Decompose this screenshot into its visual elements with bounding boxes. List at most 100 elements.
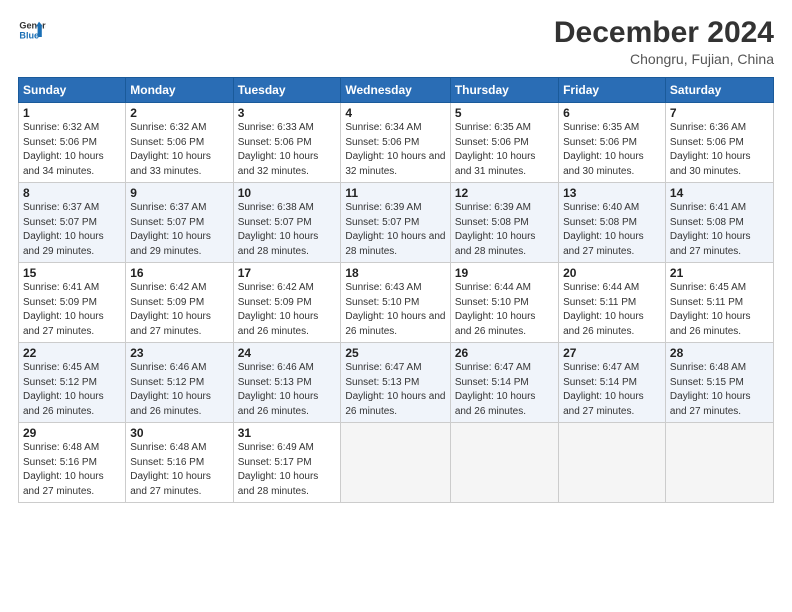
day-number: 9 [130, 186, 228, 200]
page: General Blue December 2024 Chongru, Fuji… [0, 0, 792, 612]
day-info: Sunrise: 6:47 AM Sunset: 5:14 PM Dayligh… [563, 361, 661, 419]
day-info: Sunrise: 6:41 AM Sunset: 5:09 PM Dayligh… [23, 281, 121, 339]
table-cell: 3 Sunrise: 6:33 AM Sunset: 5:06 PM Dayli… [233, 103, 341, 183]
day-info: Sunrise: 6:41 AM Sunset: 5:08 PM Dayligh… [670, 201, 769, 259]
day-number: 31 [238, 426, 337, 440]
day-info: Sunrise: 6:36 AM Sunset: 5:06 PM Dayligh… [670, 121, 769, 179]
table-cell: 4 Sunrise: 6:34 AM Sunset: 5:06 PM Dayli… [341, 103, 450, 183]
table-cell: 25 Sunrise: 6:47 AM Sunset: 5:13 PM Dayl… [341, 343, 450, 423]
day-number: 18 [345, 266, 445, 280]
day-number: 19 [455, 266, 554, 280]
subtitle: Chongru, Fujian, China [554, 51, 774, 67]
table-cell: 11 Sunrise: 6:39 AM Sunset: 5:07 PM Dayl… [341, 183, 450, 263]
day-info: Sunrise: 6:35 AM Sunset: 5:06 PM Dayligh… [563, 121, 661, 179]
day-info: Sunrise: 6:34 AM Sunset: 5:06 PM Dayligh… [345, 121, 445, 179]
day-info: Sunrise: 6:46 AM Sunset: 5:13 PM Dayligh… [238, 361, 337, 419]
calendar-table: Sunday Monday Tuesday Wednesday Thursday… [18, 77, 774, 503]
day-number: 12 [455, 186, 554, 200]
col-tuesday: Tuesday [233, 78, 341, 103]
day-number: 22 [23, 346, 121, 360]
day-number: 6 [563, 106, 661, 120]
day-info: Sunrise: 6:38 AM Sunset: 5:07 PM Dayligh… [238, 201, 337, 259]
table-cell: 5 Sunrise: 6:35 AM Sunset: 5:06 PM Dayli… [450, 103, 558, 183]
table-cell: 1 Sunrise: 6:32 AM Sunset: 5:06 PM Dayli… [19, 103, 126, 183]
day-info: Sunrise: 6:33 AM Sunset: 5:06 PM Dayligh… [238, 121, 337, 179]
day-number: 8 [23, 186, 121, 200]
day-info: Sunrise: 6:48 AM Sunset: 5:16 PM Dayligh… [23, 441, 121, 499]
day-info: Sunrise: 6:48 AM Sunset: 5:16 PM Dayligh… [130, 441, 228, 499]
table-cell [665, 423, 773, 503]
day-number: 29 [23, 426, 121, 440]
table-cell: 26 Sunrise: 6:47 AM Sunset: 5:14 PM Dayl… [450, 343, 558, 423]
table-cell: 18 Sunrise: 6:43 AM Sunset: 5:10 PM Dayl… [341, 263, 450, 343]
table-cell: 31 Sunrise: 6:49 AM Sunset: 5:17 PM Dayl… [233, 423, 341, 503]
table-cell: 28 Sunrise: 6:48 AM Sunset: 5:15 PM Dayl… [665, 343, 773, 423]
svg-text:Blue: Blue [19, 30, 39, 40]
day-info: Sunrise: 6:39 AM Sunset: 5:08 PM Dayligh… [455, 201, 554, 259]
table-cell [341, 423, 450, 503]
table-cell: 2 Sunrise: 6:32 AM Sunset: 5:06 PM Dayli… [126, 103, 233, 183]
table-cell: 13 Sunrise: 6:40 AM Sunset: 5:08 PM Dayl… [559, 183, 666, 263]
col-saturday: Saturday [665, 78, 773, 103]
header: General Blue December 2024 Chongru, Fuji… [18, 16, 774, 67]
day-number: 26 [455, 346, 554, 360]
day-info: Sunrise: 6:43 AM Sunset: 5:10 PM Dayligh… [345, 281, 445, 339]
day-number: 10 [238, 186, 337, 200]
table-cell: 22 Sunrise: 6:45 AM Sunset: 5:12 PM Dayl… [19, 343, 126, 423]
day-info: Sunrise: 6:37 AM Sunset: 5:07 PM Dayligh… [130, 201, 228, 259]
day-number: 17 [238, 266, 337, 280]
day-number: 7 [670, 106, 769, 120]
day-info: Sunrise: 6:40 AM Sunset: 5:08 PM Dayligh… [563, 201, 661, 259]
day-info: Sunrise: 6:32 AM Sunset: 5:06 PM Dayligh… [23, 121, 121, 179]
col-sunday: Sunday [19, 78, 126, 103]
table-cell: 29 Sunrise: 6:48 AM Sunset: 5:16 PM Dayl… [19, 423, 126, 503]
day-number: 11 [345, 186, 445, 200]
table-cell [450, 423, 558, 503]
table-cell: 30 Sunrise: 6:48 AM Sunset: 5:16 PM Dayl… [126, 423, 233, 503]
title-block: December 2024 Chongru, Fujian, China [554, 16, 774, 67]
table-cell: 21 Sunrise: 6:45 AM Sunset: 5:11 PM Dayl… [665, 263, 773, 343]
day-info: Sunrise: 6:44 AM Sunset: 5:11 PM Dayligh… [563, 281, 661, 339]
table-cell: 14 Sunrise: 6:41 AM Sunset: 5:08 PM Dayl… [665, 183, 773, 263]
day-info: Sunrise: 6:46 AM Sunset: 5:12 PM Dayligh… [130, 361, 228, 419]
logo: General Blue [18, 16, 46, 44]
day-info: Sunrise: 6:32 AM Sunset: 5:06 PM Dayligh… [130, 121, 228, 179]
logo-icon: General Blue [18, 16, 46, 44]
table-cell: 12 Sunrise: 6:39 AM Sunset: 5:08 PM Dayl… [450, 183, 558, 263]
day-number: 30 [130, 426, 228, 440]
day-number: 13 [563, 186, 661, 200]
day-number: 1 [23, 106, 121, 120]
day-number: 3 [238, 106, 337, 120]
table-cell [559, 423, 666, 503]
table-cell: 17 Sunrise: 6:42 AM Sunset: 5:09 PM Dayl… [233, 263, 341, 343]
day-info: Sunrise: 6:47 AM Sunset: 5:14 PM Dayligh… [455, 361, 554, 419]
day-info: Sunrise: 6:39 AM Sunset: 5:07 PM Dayligh… [345, 201, 445, 259]
day-number: 28 [670, 346, 769, 360]
day-info: Sunrise: 6:45 AM Sunset: 5:11 PM Dayligh… [670, 281, 769, 339]
col-wednesday: Wednesday [341, 78, 450, 103]
day-number: 25 [345, 346, 445, 360]
table-cell: 24 Sunrise: 6:46 AM Sunset: 5:13 PM Dayl… [233, 343, 341, 423]
col-monday: Monday [126, 78, 233, 103]
table-cell: 10 Sunrise: 6:38 AM Sunset: 5:07 PM Dayl… [233, 183, 341, 263]
table-cell: 9 Sunrise: 6:37 AM Sunset: 5:07 PM Dayli… [126, 183, 233, 263]
day-info: Sunrise: 6:35 AM Sunset: 5:06 PM Dayligh… [455, 121, 554, 179]
day-number: 20 [563, 266, 661, 280]
day-info: Sunrise: 6:37 AM Sunset: 5:07 PM Dayligh… [23, 201, 121, 259]
day-number: 15 [23, 266, 121, 280]
table-cell: 27 Sunrise: 6:47 AM Sunset: 5:14 PM Dayl… [559, 343, 666, 423]
day-info: Sunrise: 6:42 AM Sunset: 5:09 PM Dayligh… [130, 281, 228, 339]
table-cell: 15 Sunrise: 6:41 AM Sunset: 5:09 PM Dayl… [19, 263, 126, 343]
day-number: 24 [238, 346, 337, 360]
day-info: Sunrise: 6:44 AM Sunset: 5:10 PM Dayligh… [455, 281, 554, 339]
table-cell: 7 Sunrise: 6:36 AM Sunset: 5:06 PM Dayli… [665, 103, 773, 183]
col-friday: Friday [559, 78, 666, 103]
table-cell: 16 Sunrise: 6:42 AM Sunset: 5:09 PM Dayl… [126, 263, 233, 343]
day-number: 2 [130, 106, 228, 120]
day-info: Sunrise: 6:47 AM Sunset: 5:13 PM Dayligh… [345, 361, 445, 419]
day-number: 21 [670, 266, 769, 280]
day-info: Sunrise: 6:42 AM Sunset: 5:09 PM Dayligh… [238, 281, 337, 339]
table-cell: 23 Sunrise: 6:46 AM Sunset: 5:12 PM Dayl… [126, 343, 233, 423]
day-number: 14 [670, 186, 769, 200]
day-info: Sunrise: 6:45 AM Sunset: 5:12 PM Dayligh… [23, 361, 121, 419]
